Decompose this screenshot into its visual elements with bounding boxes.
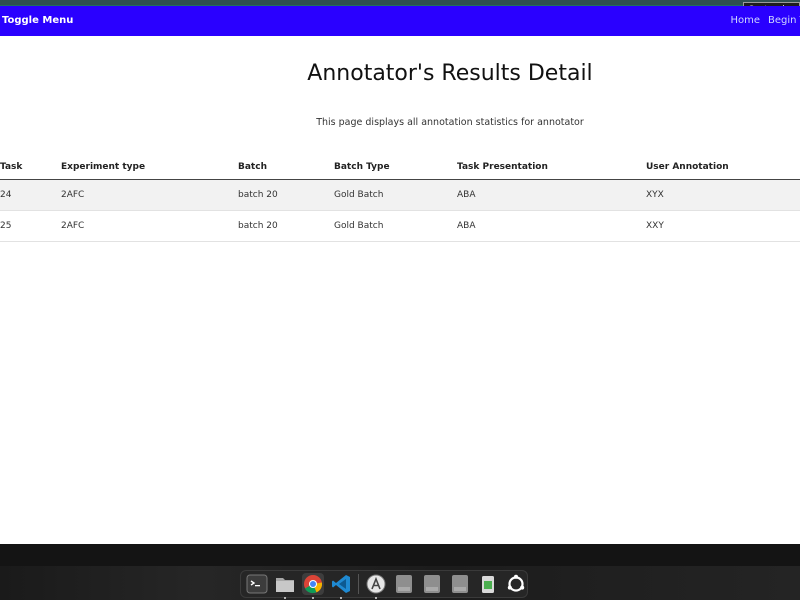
terminal-icon[interactable] xyxy=(246,573,268,595)
disk-icon[interactable] xyxy=(421,573,443,595)
cell-experiment-type: 2AFC xyxy=(61,210,238,242)
ubuntu-icon[interactable] xyxy=(505,573,527,595)
page-subtitle: This page displays all annotation statis… xyxy=(316,117,584,128)
column-header-task: Task xyxy=(0,155,61,180)
column-header-user-annotation: User Annotation xyxy=(646,155,800,180)
vscode-icon[interactable] xyxy=(330,573,352,599)
nav-links: Home Begin Ta xyxy=(730,15,800,26)
desktop-taskbar xyxy=(0,544,800,600)
files-icon[interactable] xyxy=(274,573,296,599)
running-indicator xyxy=(312,597,314,599)
column-header-task-presentation: Task Presentation xyxy=(457,155,646,180)
app-center-icon[interactable] xyxy=(365,573,387,599)
column-header-experiment-type: Experiment type xyxy=(61,155,238,180)
cell-batch-type: Gold Batch xyxy=(334,210,457,242)
cell-experiment-type: 2AFC xyxy=(61,179,238,211)
column-header-batch: Batch xyxy=(238,155,334,180)
cell-user-annotation: XXY xyxy=(646,210,800,242)
cell-task-presentation: ABA xyxy=(457,210,646,242)
cell-task: 25 xyxy=(0,210,61,242)
toggle-menu-button[interactable]: Toggle Menu xyxy=(2,15,73,26)
table-header-row: Task Experiment type Batch Batch Type Ta… xyxy=(0,155,800,180)
cell-user-annotation: XYX xyxy=(646,179,800,211)
results-table: Task Experiment type Batch Batch Type Ta… xyxy=(0,155,800,242)
disk-icon[interactable] xyxy=(393,573,415,595)
cell-batch: batch 20 xyxy=(238,210,334,242)
cell-batch-type: Gold Batch xyxy=(334,179,457,211)
disk-icon[interactable] xyxy=(449,573,471,595)
cell-batch: batch 20 xyxy=(238,179,334,211)
dock xyxy=(240,570,528,599)
nav-link-home[interactable]: Home xyxy=(730,15,760,26)
dock-separator xyxy=(358,574,359,594)
running-indicator xyxy=(375,597,377,599)
running-indicator xyxy=(340,597,342,599)
table-row: 24 2AFC batch 20 Gold Batch ABA XYX xyxy=(0,179,800,211)
running-indicator xyxy=(284,597,286,599)
page-title: Annotator's Results Detail xyxy=(307,61,593,86)
trash-icon[interactable] xyxy=(477,573,499,595)
navbar: Toggle Menu Home Begin Ta xyxy=(0,6,800,36)
cell-task-presentation: ABA xyxy=(457,179,646,211)
nav-link-begin-task[interactable]: Begin Ta xyxy=(768,15,800,26)
column-header-batch-type: Batch Type xyxy=(334,155,457,180)
chrome-icon[interactable] xyxy=(302,573,324,599)
cell-task: 24 xyxy=(0,179,61,211)
table-row: 25 2AFC batch 20 Gold Batch ABA XXY xyxy=(0,210,800,242)
